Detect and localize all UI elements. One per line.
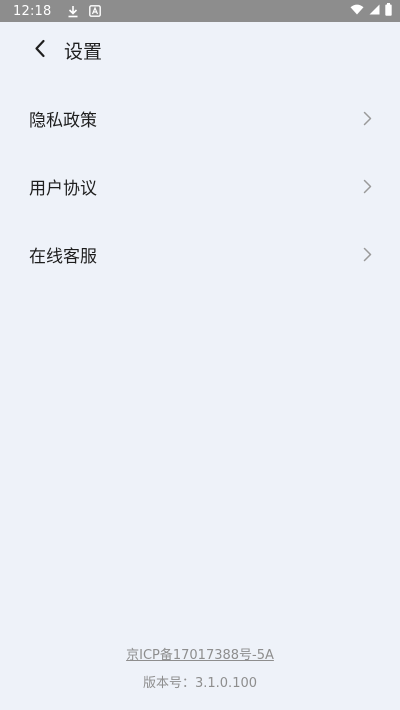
footer: 京ICP备17017388号-5A 版本号：3.1.0.100 xyxy=(0,644,400,691)
version-value: 3.1.0.100 xyxy=(194,676,258,691)
battery-icon xyxy=(385,2,392,20)
back-button[interactable] xyxy=(18,28,62,72)
chevron-left-icon xyxy=(34,39,46,62)
chevron-right-icon xyxy=(363,179,372,194)
menu-item-privacy-policy[interactable]: 隐私政策 xyxy=(0,84,400,152)
settings-menu: 隐私政策 用户协议 在线客服 xyxy=(0,84,400,288)
status-left: 12:18 xyxy=(13,4,111,19)
menu-item-user-agreement[interactable]: 用户协议 xyxy=(0,152,400,220)
version-label: 版本号： xyxy=(142,676,195,691)
menu-item-online-service[interactable]: 在线客服 xyxy=(0,220,400,288)
status-right xyxy=(350,2,392,20)
a-badge-icon xyxy=(89,5,102,17)
chevron-right-icon xyxy=(363,247,372,262)
download-icon xyxy=(67,5,79,18)
status-bar: 12:18 xyxy=(0,0,400,22)
menu-item-label: 隐私政策 xyxy=(29,110,97,131)
icp-link[interactable]: 京ICP备17017388号-5A xyxy=(126,644,274,663)
wifi-icon xyxy=(350,4,364,19)
status-time: 12:18 xyxy=(13,3,52,19)
menu-item-label: 在线客服 xyxy=(29,246,97,267)
header: 设置 xyxy=(0,22,400,78)
signal-icon xyxy=(369,4,380,19)
chevron-right-icon xyxy=(363,111,372,126)
page-title: 设置 xyxy=(64,40,103,63)
menu-item-label: 用户协议 xyxy=(29,178,97,199)
version-info: 版本号：3.1.0.100 xyxy=(0,672,400,691)
